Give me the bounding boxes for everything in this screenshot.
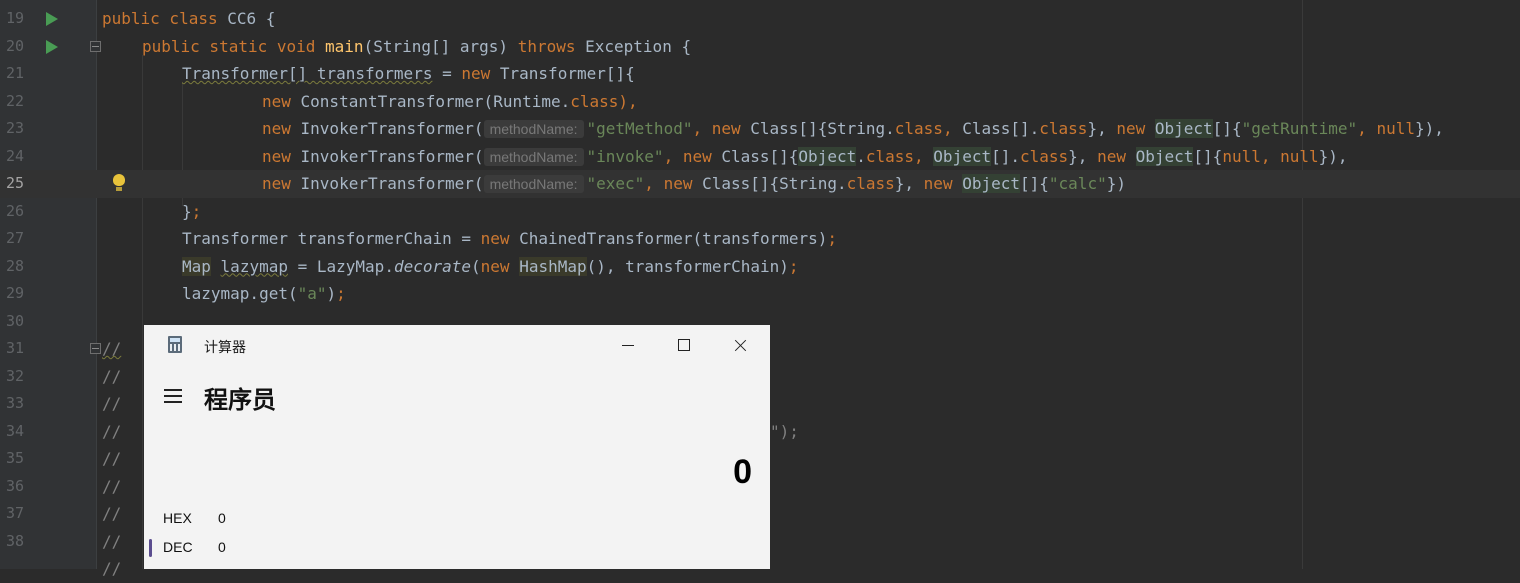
comment-tail-text: "); bbox=[770, 421, 799, 441]
code-text: lazymap.get("a"); bbox=[182, 284, 346, 303]
code-text: new InvokerTransformer(methodName: "exec"… bbox=[262, 174, 1126, 193]
line-number: 31 bbox=[5, 339, 24, 357]
line-number: 32 bbox=[5, 366, 24, 385]
fold-icon[interactable] bbox=[90, 40, 101, 52]
radix-label: DEC bbox=[163, 539, 193, 555]
line-number: 35 bbox=[5, 449, 24, 467]
maximize-button[interactable] bbox=[656, 325, 712, 365]
line-number: 30 bbox=[5, 311, 24, 330]
radix-selection-indicator bbox=[149, 539, 152, 557]
line-number: 21 bbox=[5, 64, 24, 82]
code-line: 22 new ConstantTransformer(Runtime.class… bbox=[0, 88, 1520, 116]
line-number: 24 bbox=[5, 146, 24, 165]
parameter-hint: methodName: bbox=[483, 147, 584, 166]
run-main-icon[interactable] bbox=[46, 39, 58, 54]
code-line: 23 new InvokerTransformer(methodName: "ge… bbox=[0, 115, 1520, 143]
code-line: 19 public class CC6 { bbox=[0, 5, 1520, 33]
line-number: 19 bbox=[5, 9, 24, 27]
comment-text: // bbox=[102, 394, 122, 413]
code-line: 29 lazymap.get("a"); bbox=[0, 280, 1520, 308]
line-number: 33 bbox=[5, 394, 24, 412]
code-line: 24 new InvokerTransformer(methodName: "in… bbox=[0, 143, 1520, 171]
line-number: 28 bbox=[5, 256, 24, 275]
code-text: new InvokerTransformer(methodName: "invok… bbox=[262, 146, 1348, 166]
comment-text: // bbox=[102, 476, 122, 496]
comment-text: // bbox=[102, 339, 122, 358]
line-number: 37 bbox=[5, 504, 24, 522]
calculator-window[interactable]: 计算器 程序员 0 HEX 0 DEC 0 bbox=[144, 325, 770, 569]
radix-label: HEX bbox=[163, 510, 192, 526]
radix-value: 0 bbox=[218, 539, 226, 555]
parameter-hint: methodName: bbox=[483, 120, 584, 138]
comment-text: // bbox=[102, 421, 122, 441]
window-title: 计算器 bbox=[204, 339, 246, 355]
code-line: 20 public static void main(String[] args… bbox=[0, 33, 1520, 61]
comment-text: // bbox=[102, 449, 122, 468]
code-text: public class CC6 { bbox=[102, 9, 276, 28]
code-line: 21 Transformer[] transformers = new Tran… bbox=[0, 60, 1520, 88]
parameter-hint: methodName: bbox=[483, 175, 584, 193]
line-number: 27 bbox=[5, 229, 24, 247]
line-number: 38 bbox=[5, 531, 24, 550]
calculator-titlebar[interactable]: 计算器 bbox=[144, 325, 770, 365]
code-line-current: 25 new InvokerTransformer(methodName: "ex… bbox=[0, 170, 1520, 198]
code-text: Map lazymap = LazyMap.decorate(new HashM… bbox=[182, 256, 799, 276]
radix-value: 0 bbox=[218, 510, 226, 526]
code-line: 27 Transformer transformerChain = new Ch… bbox=[0, 225, 1520, 253]
comment-text: // bbox=[102, 531, 122, 551]
code-line: 26 }; bbox=[0, 198, 1520, 226]
run-class-icon[interactable] bbox=[46, 12, 58, 26]
code-line: 28 Map lazymap = LazyMap.decorate(new Ha… bbox=[0, 253, 1520, 281]
comment-text: // bbox=[102, 366, 122, 386]
line-number: 20 bbox=[5, 36, 24, 55]
line-number: 29 bbox=[5, 284, 24, 302]
radix-row-hex[interactable]: HEX 0 bbox=[163, 508, 463, 530]
lightbulb-icon[interactable] bbox=[113, 174, 125, 191]
line-number: 22 bbox=[5, 91, 24, 110]
code-text: new ConstantTransformer(Runtime.class), bbox=[262, 91, 638, 111]
minimize-button[interactable] bbox=[600, 325, 656, 365]
code-text: Transformer transformerChain = new Chain… bbox=[182, 229, 838, 248]
line-number: 36 bbox=[5, 476, 24, 495]
code-text: new InvokerTransformer(methodName: "getMe… bbox=[262, 119, 1444, 138]
comment-text: // bbox=[102, 504, 122, 523]
calculator-app-icon bbox=[168, 336, 182, 353]
line-number: 26 bbox=[5, 201, 24, 220]
radix-row-dec[interactable]: DEC 0 bbox=[163, 537, 463, 559]
calculator-display: 0 bbox=[733, 453, 752, 491]
code-text: Transformer[] transformers = new Transfo… bbox=[182, 64, 635, 83]
line-number: 25 bbox=[5, 174, 24, 192]
line-number: 23 bbox=[5, 119, 24, 137]
fold-icon[interactable] bbox=[90, 343, 101, 354]
close-button[interactable] bbox=[712, 325, 768, 365]
code-text: }; bbox=[182, 201, 202, 221]
hamburger-menu-icon[interactable] bbox=[164, 389, 182, 403]
line-number: 34 bbox=[5, 421, 24, 440]
code-text: public static void main(String[] args) t… bbox=[142, 36, 692, 56]
calculator-mode-title: 程序员 bbox=[204, 387, 276, 414]
